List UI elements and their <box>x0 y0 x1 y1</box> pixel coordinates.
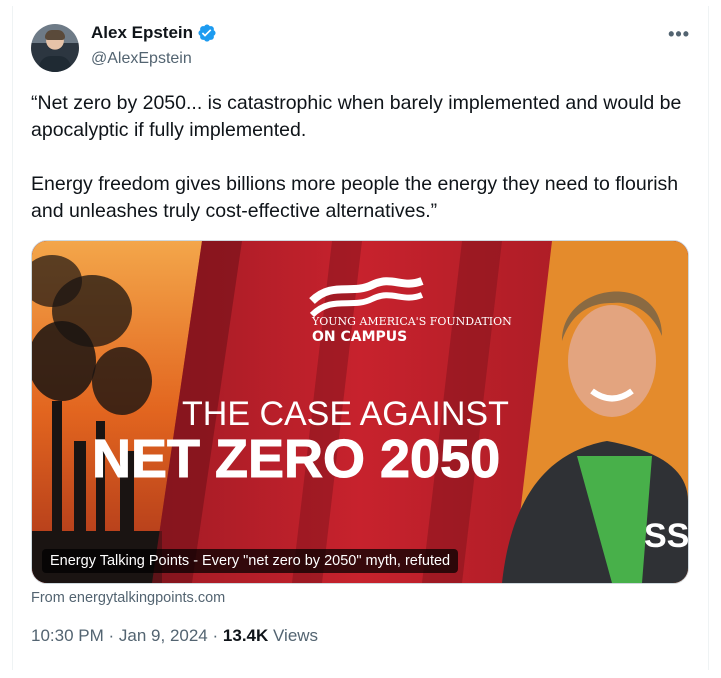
tweet-meta: 10:30 PM · Jan 9, 2024 · 13.4K Views <box>31 626 318 646</box>
avatar-hair <box>45 30 65 40</box>
link-card-caption[interactable]: Energy Talking Points - Every "net zero … <box>42 549 459 573</box>
shirt-text: SSI <box>644 517 688 555</box>
more-options-icon[interactable]: ••• <box>668 24 690 45</box>
headline-line-1: THE CASE AGAINST <box>182 395 509 433</box>
author-handle[interactable]: @AlexEpstein <box>91 50 192 68</box>
tweet-time[interactable]: 10:30 PM <box>31 626 104 645</box>
meta-separator-2: · <box>212 626 219 645</box>
link-source[interactable]: From energytalkingpoints.com <box>31 590 225 606</box>
views-label: Views <box>273 626 319 645</box>
thumbnail-artwork: YOUNG AMERICA'S FOUNDATION ON CAMPUS THE… <box>32 241 688 583</box>
link-card-image[interactable]: YOUNG AMERICA'S FOUNDATION ON CAMPUS THE… <box>31 240 689 584</box>
org-sub: ON CAMPUS <box>312 329 407 345</box>
meta-separator-1: · <box>108 626 115 645</box>
avatar-body <box>39 56 71 72</box>
verified-badge-icon <box>198 24 216 42</box>
author-display-name[interactable]: Alex Epstein <box>91 23 193 43</box>
views-count: 13.4K <box>222 626 269 645</box>
author-avatar[interactable] <box>31 24 79 72</box>
tweet-card: Alex Epstein @AlexEpstein ••• “Net zero … <box>12 6 709 670</box>
tweet-text: “Net zero by 2050... is catastrophic whe… <box>31 90 696 225</box>
author-name-row: Alex Epstein <box>91 23 217 43</box>
org-name: YOUNG AMERICA'S FOUNDATION <box>311 315 512 328</box>
tweet-date[interactable]: Jan 9, 2024 <box>119 626 208 645</box>
tweet-paragraph-2: Energy freedom gives billions more peopl… <box>31 173 679 222</box>
headline-line-2: NET ZERO 2050 <box>92 429 500 489</box>
tweet-paragraph-1: “Net zero by 2050... is catastrophic whe… <box>31 92 682 141</box>
